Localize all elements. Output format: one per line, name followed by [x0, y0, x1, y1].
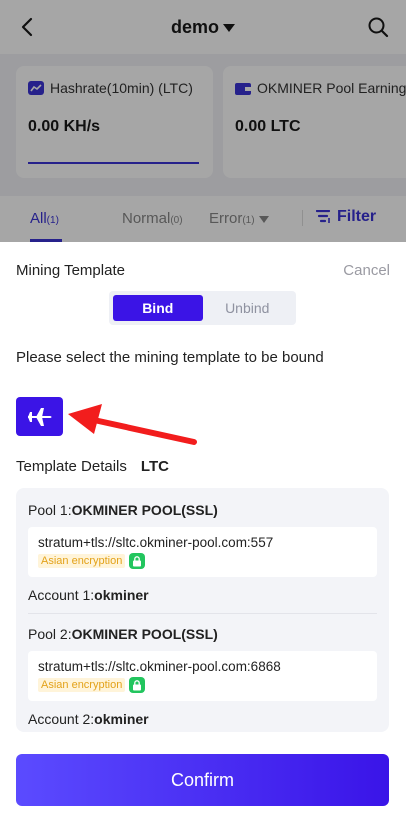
template-coin: LTC — [140, 458, 169, 475]
encryption-badge: Asian encryption — [38, 554, 126, 568]
pool-url: stratum+tls://sltc.okminer-pool.com:557 — [38, 535, 274, 550]
confirm-button[interactable]: Confirm — [16, 754, 389, 806]
select-template-prompt: Please select the mining template to be … — [16, 349, 324, 366]
template-details-label: Template Details — [16, 458, 127, 475]
template-details-header: Template Details LTC — [16, 458, 169, 475]
bind-mode-toggle: Bind Unbind — [109, 291, 296, 325]
pool-url-box: stratum+tls://sltc.okminer-pool.com:557 … — [28, 527, 377, 577]
pool-item: Pool 2:OKMINER POOL(SSL) stratum+tls://s… — [28, 613, 377, 727]
bind-tab[interactable]: Bind — [113, 295, 203, 321]
modal-overlay[interactable] — [0, 0, 406, 242]
lock-icon — [129, 677, 146, 693]
red-arrow-annotation — [68, 404, 197, 445]
cancel-button[interactable]: Cancel — [343, 262, 390, 279]
mining-template-sheet: Mining Template Cancel Bind Unbind Pleas… — [0, 242, 406, 820]
template-details-panel: Pool 1:OKMINER POOL(SSL) stratum+tls://s… — [16, 488, 389, 732]
unbind-tab[interactable]: Unbind — [203, 295, 293, 321]
lock-icon — [129, 553, 146, 569]
pool-title: Pool 1:OKMINER POOL(SSL) — [28, 502, 218, 518]
template-option-button[interactable] — [16, 397, 63, 436]
pool-account: Account 1:okminer — [28, 587, 149, 603]
pool-account: Account 2:okminer — [28, 711, 149, 727]
pool-url: stratum+tls://sltc.okminer-pool.com:6868 — [38, 659, 281, 674]
pool-item: Pool 1:OKMINER POOL(SSL) stratum+tls://s… — [28, 488, 377, 603]
encryption-badge: Asian encryption — [38, 678, 126, 692]
pool-url-box: stratum+tls://sltc.okminer-pool.com:6868… — [28, 651, 377, 701]
pool-title: Pool 2:OKMINER POOL(SSL) — [28, 626, 218, 642]
sheet-title: Mining Template — [16, 262, 125, 279]
airplane-icon — [27, 407, 51, 426]
